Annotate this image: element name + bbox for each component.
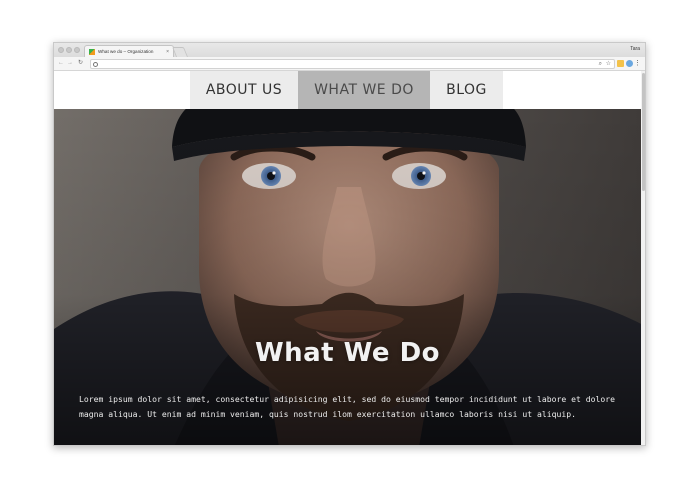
page-scrollbar[interactable]	[641, 71, 645, 445]
bookmark-star-icon[interactable]: ☆	[606, 61, 611, 68]
back-icon[interactable]: ←	[58, 60, 64, 67]
new-tab-button[interactable]	[171, 47, 189, 57]
browser-window: What we do – Organization × Tara ← → ↻ ⌕…	[53, 42, 646, 446]
tab-close-icon[interactable]: ×	[166, 49, 169, 55]
favicon-icon	[89, 48, 95, 55]
hero-body-text: Lorem ipsum dolor sit amet, consectetur …	[79, 394, 616, 419]
browser-tab-active[interactable]: What we do – Organization ×	[84, 45, 174, 57]
zoom-icon[interactable]: ⌕	[599, 61, 602, 68]
minimize-window-icon[interactable]	[66, 47, 72, 53]
site-navigation: ABOUT US WHAT WE DO BLOG	[190, 71, 503, 109]
extension-icon[interactable]	[626, 60, 633, 67]
maximize-window-icon[interactable]	[74, 47, 80, 53]
menu-dots-icon[interactable]: ⋮	[634, 59, 641, 68]
hero-section: What We Do Lorem ipsum dolor sit amet, c…	[54, 109, 641, 445]
page-viewport: ABOUT US WHAT WE DO BLOG What We Do Lore…	[54, 71, 645, 445]
tab-title: What we do – Organization	[98, 49, 154, 54]
nav-what-we-do[interactable]: WHAT WE DO	[298, 71, 430, 109]
profile-name[interactable]: Tara	[630, 46, 640, 52]
info-icon[interactable]	[93, 62, 98, 67]
browser-toolbar: ← → ↻ ⌕ ☆ ⋮	[54, 57, 645, 71]
forward-icon[interactable]: →	[67, 60, 73, 67]
hero-title: What We Do	[254, 338, 441, 368]
nav-blog[interactable]: BLOG	[430, 71, 503, 109]
close-window-icon[interactable]	[58, 47, 64, 53]
nav-about-us[interactable]: ABOUT US	[190, 71, 298, 109]
address-bar[interactable]: ⌕ ☆	[90, 59, 615, 69]
tab-bar: What we do – Organization × Tara	[54, 43, 645, 57]
extension-icon[interactable]	[617, 60, 624, 67]
scrollbar-thumb[interactable]	[642, 73, 645, 191]
reload-icon[interactable]: ↻	[78, 60, 83, 67]
